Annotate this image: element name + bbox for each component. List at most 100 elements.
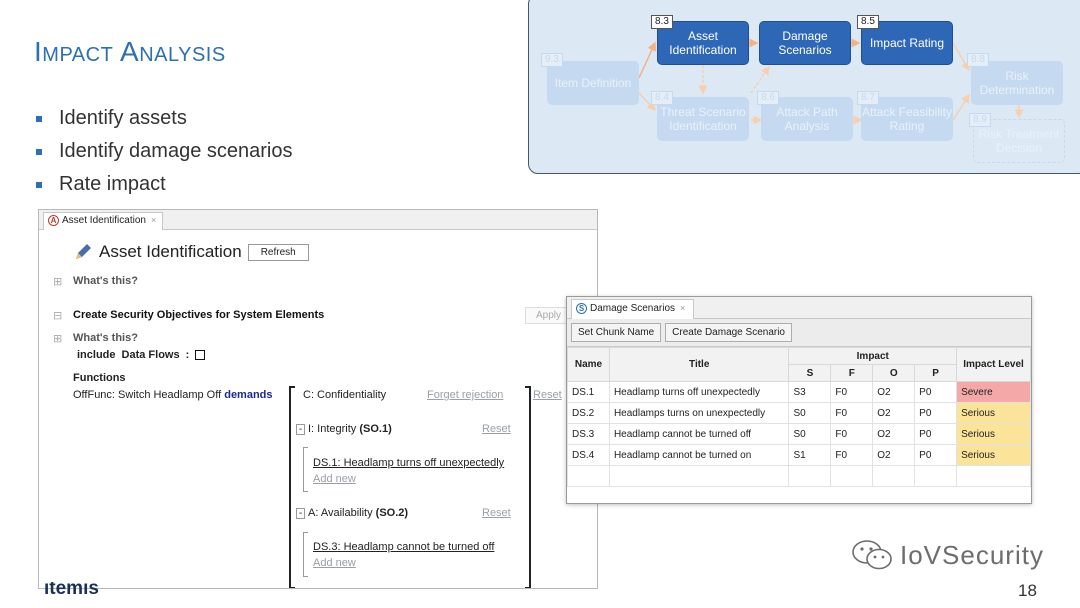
- col-header-p[interactable]: P: [914, 364, 958, 382]
- set-chunk-name-button[interactable]: Set Chunk Name: [571, 323, 662, 342]
- col-header-o[interactable]: O: [872, 364, 916, 382]
- col-header-impact-level[interactable]: Impact Level: [956, 347, 1031, 382]
- refresh-button[interactable]: Refresh: [247, 243, 309, 261]
- cell-title: Headlamp cannot be turned off: [608, 423, 790, 445]
- close-icon[interactable]: ×: [151, 215, 156, 225]
- arrow-8-7-to-8-8: [952, 93, 970, 121]
- bullet-item: Identify damage scenarios: [36, 135, 292, 168]
- tab-damage-scenarios[interactable]: S Damage Scenarios ×: [571, 299, 695, 319]
- asset-tab-bar: A Asset Identification ×: [39, 210, 597, 230]
- watermark: IoVSecurity: [850, 538, 1044, 572]
- cell-title: Headlamps turns on unexpectedly: [608, 402, 790, 424]
- scenario-link-ds3[interactable]: DS.3: Headlamp cannot be turned off: [313, 541, 494, 553]
- collapse-icon[interactable]: -: [296, 507, 305, 519]
- cell-f: F0: [830, 444, 874, 466]
- col-header-s[interactable]: S: [788, 364, 832, 382]
- table-row[interactable]: DS.1 Headlamp turns off unexpectedly S3 …: [567, 381, 1031, 403]
- create-damage-scenario-button[interactable]: Create Damage Scenario: [665, 323, 792, 342]
- expand-icon[interactable]: ⊟: [53, 309, 62, 322]
- cell-p: P0: [914, 444, 958, 466]
- tab-label: Asset Identification: [62, 215, 146, 226]
- cell-impact-level: Severe: [956, 381, 1031, 403]
- col-header-title[interactable]: Title: [608, 347, 790, 382]
- col-header-name[interactable]: Name: [567, 347, 610, 382]
- process-diagram: Item Definition 9.3 Asset Identification…: [528, 0, 1080, 174]
- whats-this-link[interactable]: What's this?: [73, 275, 138, 287]
- close-icon[interactable]: ×: [680, 303, 685, 313]
- cell-title: Headlamp cannot be turned on: [608, 444, 790, 466]
- bullet-text: Rate impact: [59, 173, 166, 195]
- scenario-tab-icon: S: [576, 303, 587, 314]
- node-label: Threat Scenario Identification: [660, 105, 746, 133]
- include-data-flows-row: include Data Flows :: [77, 349, 206, 361]
- objective-availability: - A: Availability (SO.2): [296, 507, 408, 519]
- functions-heading: Functions: [73, 372, 126, 384]
- cell-empty: [788, 465, 832, 487]
- table-row[interactable]: DS.3 Headlamp cannot be turned off S0 F0…: [567, 423, 1031, 445]
- node-id-label: 8.3: [651, 15, 673, 29]
- objectives-bracket-right: [525, 386, 531, 588]
- reset-link[interactable]: Reset: [482, 423, 511, 435]
- cell-title: Headlamp turns off unexpectedly: [608, 381, 790, 403]
- table-row-empty[interactable]: [567, 465, 1031, 487]
- pencil-icon: [76, 244, 91, 259]
- node-id-label: 8.9: [969, 113, 991, 127]
- bullet-square-icon: [36, 115, 42, 122]
- forget-rejection-link[interactable]: Forget rejection: [427, 389, 503, 401]
- bullet-square-icon: [36, 148, 42, 155]
- node-id-label: 8.7: [857, 91, 879, 105]
- table-row[interactable]: DS.4 Headlamp cannot be turned on S1 F0 …: [567, 444, 1031, 466]
- cell-name: DS.1: [567, 381, 610, 403]
- function-text: OffFunc: Switch Headlamp Off: [73, 389, 222, 401]
- objective-id: (SO.1): [359, 423, 392, 435]
- data-flows-checkbox[interactable]: [195, 350, 206, 360]
- node-item-definition[interactable]: Item Definition: [547, 61, 639, 105]
- data-flows-label: Data Flows: [121, 349, 180, 361]
- cell-o: O2: [872, 402, 916, 424]
- cell-name: DS.4: [567, 444, 610, 466]
- tab-asset-identification[interactable]: A Asset Identification ×: [43, 212, 164, 230]
- cell-s: S3: [788, 381, 832, 403]
- ds-tab-bar: S Damage Scenarios ×: [567, 297, 1031, 319]
- node-label: Risk Treatment Decision: [978, 127, 1060, 155]
- cell-f: F0: [830, 381, 874, 403]
- collapse-icon[interactable]: -: [296, 423, 305, 435]
- add-new-link[interactable]: Add new: [313, 473, 356, 485]
- scenario-link-ds1[interactable]: DS.1: Headlamp turns off unexpectedly: [313, 457, 504, 469]
- function-line: OffFunc: Switch Headlamp Off demands: [73, 389, 273, 401]
- expand-icon[interactable]: ⊞: [53, 332, 62, 345]
- node-risk-determination[interactable]: Risk Determination: [971, 61, 1063, 105]
- whats-this-link[interactable]: What's this?: [73, 332, 138, 344]
- include-label: include: [77, 349, 116, 361]
- add-new-link[interactable]: Add new: [313, 557, 356, 569]
- scenario-bracket: [303, 447, 308, 492]
- objective-integrity: - I: Integrity (SO.1): [296, 423, 392, 435]
- cell-s: S1: [788, 444, 832, 466]
- apply-button[interactable]: Apply: [525, 307, 573, 324]
- cell-s: S0: [788, 402, 832, 424]
- cell-impact-level: Serious: [956, 402, 1031, 424]
- colon-label: :: [185, 349, 190, 361]
- bullet-item: Rate impact: [36, 168, 292, 201]
- expand-icon[interactable]: ⊞: [53, 275, 62, 288]
- node-damage-scenarios[interactable]: Damage Scenarios: [759, 21, 851, 65]
- arrow-9-3-to-8-3: [638, 41, 656, 79]
- reset-link[interactable]: Reset: [533, 389, 562, 401]
- table-row[interactable]: DS.2 Headlamps turns on unexpectedly S0 …: [567, 402, 1031, 424]
- section-title: Create Security Objectives for System El…: [73, 309, 325, 321]
- node-label: Damage Scenarios: [778, 29, 832, 57]
- asset-identification-window: A Asset Identification × Asset Identific…: [38, 209, 598, 589]
- bullet-text: Identify damage scenarios: [59, 140, 293, 162]
- asset-tab-icon: A: [48, 215, 59, 226]
- node-id-label: 9.3: [541, 53, 563, 67]
- page-title: Asset Identification: [99, 242, 242, 261]
- slide-title: Impact Analysis: [34, 36, 226, 67]
- cell-empty: [872, 465, 916, 487]
- tab-label: Damage Scenarios: [590, 303, 676, 314]
- scenario-bracket: [303, 532, 308, 577]
- cell-o: O2: [872, 444, 916, 466]
- reset-link[interactable]: Reset: [482, 507, 511, 519]
- col-header-f[interactable]: F: [830, 364, 874, 382]
- node-id-label: 8.8: [967, 53, 989, 67]
- objectives-bracket-left: [289, 386, 295, 588]
